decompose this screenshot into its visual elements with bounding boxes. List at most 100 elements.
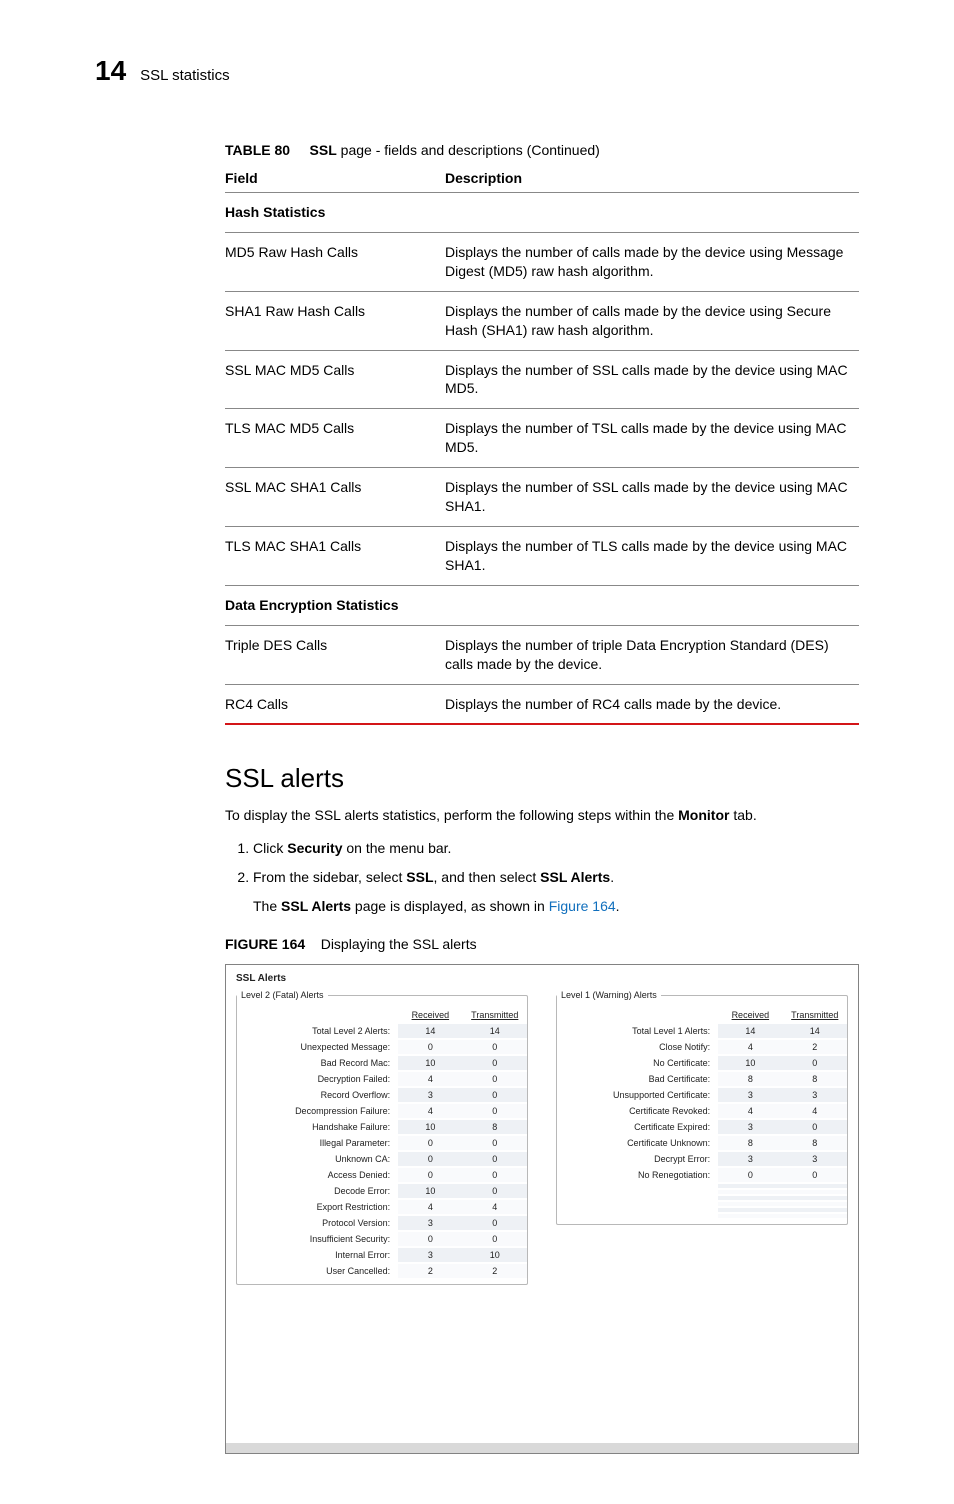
step2-bold1: SSL (406, 869, 433, 885)
table-field: SHA1 Raw Hash Calls (225, 291, 445, 350)
alert-received: 2 (398, 1264, 462, 1278)
alert-transmitted: 0 (463, 1040, 527, 1054)
figure-caption-text: Displaying the SSL alerts (321, 936, 477, 952)
alert-row-label: Certificate Unknown: (557, 1136, 718, 1150)
table-field: SSL MAC MD5 Calls (225, 350, 445, 409)
alert-received: 0 (398, 1136, 462, 1150)
table-caption-rest: page - fields and descriptions (Continue… (337, 142, 600, 158)
alert-received: 3 (398, 1216, 462, 1230)
intro-pre: To display the SSL alerts statistics, pe… (225, 807, 678, 823)
chapter-title: SSL statistics (140, 67, 229, 84)
alert-transmitted: 0 (783, 1168, 847, 1182)
alert-transmitted (783, 1208, 847, 1212)
table-field: TLS MAC SHA1 Calls (225, 526, 445, 585)
alert-transmitted: 0 (463, 1136, 527, 1150)
alert-received (718, 1184, 782, 1188)
table-field: Hash Statistics (225, 193, 445, 233)
step2p-pre: The (253, 898, 281, 914)
alert-received: 10 (398, 1120, 462, 1134)
alert-row-label: Insufficient Security: (237, 1232, 398, 1246)
alert-received: 4 (398, 1200, 462, 1214)
alert-row-label: Internal Error: (237, 1248, 398, 1262)
alert-received: 4 (398, 1072, 462, 1086)
alert-col-header: Received (398, 1008, 462, 1022)
alert-row-label: No Certificate: (557, 1056, 718, 1070)
alert-transmitted: 2 (783, 1040, 847, 1054)
alert-row-label: Export Restriction: (237, 1200, 398, 1214)
table-field: MD5 Raw Hash Calls (225, 232, 445, 291)
alert-received (718, 1214, 782, 1218)
alert-transmitted (783, 1214, 847, 1218)
alert-received: 10 (398, 1184, 462, 1198)
alert-col-header: Transmitted (463, 1008, 527, 1022)
alert-transmitted: 8 (783, 1072, 847, 1086)
alert-received: 4 (718, 1040, 782, 1054)
alert-row-label: User Cancelled: (237, 1264, 398, 1278)
table-desc (445, 585, 859, 625)
alert-row-label: Certificate Revoked: (557, 1104, 718, 1118)
alert-row-label: Unknown CA: (237, 1152, 398, 1166)
table-desc: Displays the number of TSL calls made by… (445, 409, 859, 468)
table-desc (445, 193, 859, 233)
table-desc: Displays the number of calls made by the… (445, 291, 859, 350)
alert-transmitted: 14 (463, 1024, 527, 1038)
chapter-number: 14 (95, 55, 126, 87)
alert-received: 0 (398, 1168, 462, 1182)
alert-row-label (557, 1202, 718, 1206)
col-field: Field (225, 162, 445, 193)
figure-caption: FIGURE 164 Displaying the SSL alerts (225, 936, 859, 952)
alert-received: 8 (718, 1136, 782, 1150)
alert-row-label: Bad Certificate: (557, 1072, 718, 1086)
alert-transmitted: 4 (783, 1104, 847, 1118)
alert-transmitted: 8 (783, 1136, 847, 1150)
alert-received: 0 (718, 1168, 782, 1182)
alert-row-label (557, 1214, 718, 1218)
step1-bold: Security (287, 840, 342, 856)
table-field: TLS MAC MD5 Calls (225, 409, 445, 468)
col-desc: Description (445, 162, 859, 193)
alert-received (718, 1190, 782, 1194)
alert-row-label: Record Overflow: (237, 1088, 398, 1102)
ssl-alerts-screenshot: SSL Alerts Level 2 (Fatal) AlertsReceive… (225, 964, 859, 1454)
alert-row-label: Certificate Expired: (557, 1120, 718, 1134)
alert-group-legend: Level 2 (Fatal) Alerts (237, 990, 328, 1000)
figure-link[interactable]: Figure 164 (549, 898, 616, 914)
alert-row-label: Decode Error: (237, 1184, 398, 1198)
procedure-steps: Click Security on the menu bar. From the… (225, 839, 859, 916)
alert-row-label (557, 1190, 718, 1194)
alert-row-label: Decrypt Error: (557, 1152, 718, 1166)
table-desc: Displays the number of SSL calls made by… (445, 468, 859, 527)
alert-received (718, 1208, 782, 1212)
step2-pre: From the sidebar, select (253, 869, 406, 885)
table-field: SSL MAC SHA1 Calls (225, 468, 445, 527)
alert-row-label: Illegal Parameter: (237, 1136, 398, 1150)
alert-row-label: No Renegotiation: (557, 1168, 718, 1182)
alert-received: 3 (718, 1152, 782, 1166)
table-field: Data Encryption Statistics (225, 585, 445, 625)
alert-transmitted: 0 (463, 1232, 527, 1246)
alert-received (718, 1202, 782, 1206)
alert-received: 0 (398, 1152, 462, 1166)
step-1: Click Security on the menu bar. (253, 839, 859, 858)
alert-transmitted: 0 (463, 1152, 527, 1166)
alert-transmitted: 8 (463, 1120, 527, 1134)
alert-col-header: Transmitted (783, 1008, 847, 1022)
alert-transmitted: 2 (463, 1264, 527, 1278)
alert-received: 3 (398, 1248, 462, 1262)
alert-received: 14 (718, 1024, 782, 1038)
ssl-alerts-heading: SSL alerts (225, 763, 859, 794)
alert-row-label: Unexpected Message: (237, 1040, 398, 1054)
table-caption: TABLE 80 SSL page - fields and descripti… (225, 142, 859, 158)
alert-transmitted: 0 (783, 1056, 847, 1070)
table-desc: Displays the number of RC4 calls made by… (445, 684, 859, 724)
alert-received: 0 (398, 1232, 462, 1246)
intro-bold: Monitor (678, 807, 729, 823)
alert-received: 14 (398, 1024, 462, 1038)
running-header: 14 SSL statistics (95, 55, 859, 87)
step2p-post: . (616, 898, 620, 914)
alert-col-header: Received (718, 1008, 782, 1022)
intro-post: tab. (729, 807, 756, 823)
alert-row-label: Unsupported Certificate: (557, 1088, 718, 1102)
alert-transmitted: 14 (783, 1024, 847, 1038)
alert-transmitted: 0 (463, 1088, 527, 1102)
